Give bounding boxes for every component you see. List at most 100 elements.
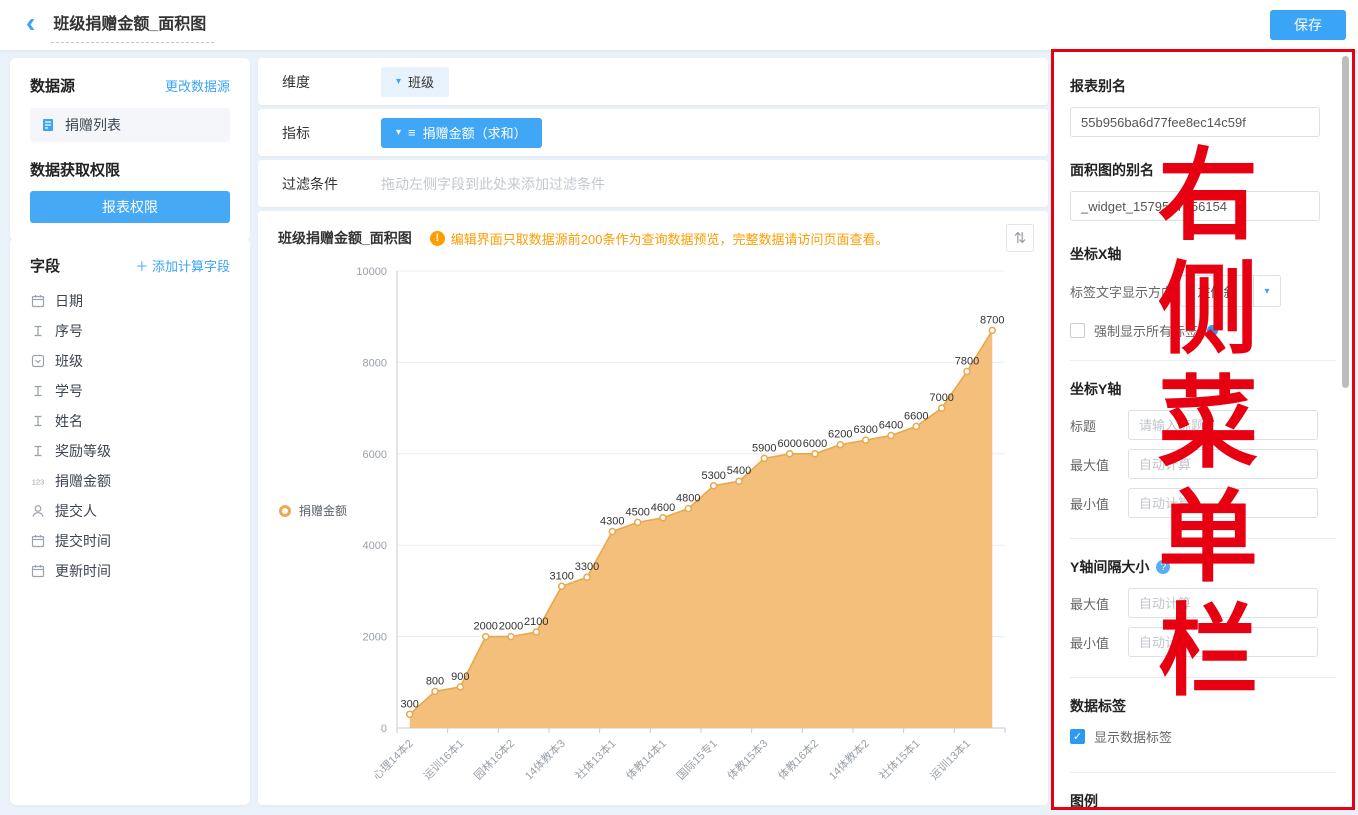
field-label: 捐赠金额 xyxy=(55,471,111,491)
save-button[interactable]: 保存 xyxy=(1270,10,1346,40)
chart-alias-label: 面积图的别名 xyxy=(1070,160,1336,180)
field-item[interactable]: 日期 xyxy=(30,286,230,316)
chart-alias-input[interactable] xyxy=(1070,191,1320,221)
add-calc-field-link[interactable]: ＋ 添加计算字段 xyxy=(135,256,230,275)
svg-text:4800: 4800 xyxy=(676,493,700,505)
filter-row[interactable]: 过滤条件 拖动左侧字段到此处来添加过滤条件 xyxy=(258,160,1048,207)
field-label: 日期 xyxy=(55,291,83,311)
scrollbar[interactable] xyxy=(1342,56,1349,388)
svg-text:8000: 8000 xyxy=(363,357,387,369)
report-alias-label: 报表别名 xyxy=(1070,76,1336,96)
metric-tag[interactable]: ▾ ≡ 捐赠金额（求和） xyxy=(381,118,542,148)
divider xyxy=(1070,677,1336,678)
page-title: 班级捐赠金额_面积图 xyxy=(51,7,214,43)
number-icon: 123 xyxy=(30,473,46,489)
field-item[interactable]: 123 捐赠金额 xyxy=(30,466,230,496)
chevron-down-icon: ▾ xyxy=(1253,276,1280,306)
sum-icon: ≡ xyxy=(408,125,416,140)
field-item[interactable]: 学号 xyxy=(30,376,230,406)
field-item[interactable]: 班级 xyxy=(30,346,230,376)
text-icon xyxy=(30,443,46,459)
preview-warning: ! 编辑界面只取数据源前200条作为查询数据预览，完整数据请访问页面查看。 xyxy=(430,229,889,248)
svg-text:2000: 2000 xyxy=(499,621,523,633)
svg-text:园林16本2: 园林16本2 xyxy=(471,736,517,782)
field-item[interactable]: 奖励等级 xyxy=(30,436,230,466)
svg-text:800: 800 xyxy=(426,675,444,687)
back-icon[interactable]: ‹ xyxy=(26,12,35,34)
svg-text:2100: 2100 xyxy=(524,616,548,628)
metric-label: 指标 xyxy=(282,123,381,143)
info-icon[interactable] xyxy=(1207,325,1218,336)
interval-max-label: 最大值 xyxy=(1070,594,1128,613)
svg-text:运训16本1: 运训16本1 xyxy=(420,736,466,782)
datasource-title: 数据源 xyxy=(30,75,75,96)
divider xyxy=(1070,538,1336,539)
field-item[interactable]: 提交人 xyxy=(30,496,230,526)
select-icon xyxy=(30,353,46,369)
y-min-input[interactable] xyxy=(1128,488,1318,518)
show-data-labels-label: 显示数据标签 xyxy=(1094,727,1172,746)
datasource-item[interactable]: 捐赠列表 xyxy=(30,108,230,142)
label-direction-select[interactable]: 左倾斜 ▾ xyxy=(1180,275,1281,307)
help-icon[interactable]: ? xyxy=(1156,560,1170,574)
x-axis-section-title: 坐标X轴 xyxy=(1070,244,1336,264)
legend-section-title: 图例 xyxy=(1070,791,1336,810)
field-label: 序号 xyxy=(55,321,83,341)
fields-panel: 字段 ＋ 添加计算字段 日期序号班级学号姓名奖励等级123捐赠金额提交人提交时间… xyxy=(10,238,250,805)
svg-text:4500: 4500 xyxy=(625,506,649,518)
svg-text:8700: 8700 xyxy=(980,314,1004,326)
svg-text:5300: 5300 xyxy=(701,470,725,482)
force-labels-label: 强制显示所有标签 xyxy=(1094,321,1198,340)
interval-min-label: 最小值 xyxy=(1070,633,1128,652)
datasource-name: 捐赠列表 xyxy=(65,115,121,135)
svg-text:14体教本2: 14体教本2 xyxy=(826,736,872,782)
svg-text:2000: 2000 xyxy=(473,621,497,633)
change-datasource-link[interactable]: 更改数据源 xyxy=(165,76,230,95)
field-label: 提交时间 xyxy=(55,531,111,551)
svg-text:3300: 3300 xyxy=(575,561,599,573)
interval-min-input[interactable] xyxy=(1128,627,1318,657)
field-label: 更新时间 xyxy=(55,561,111,581)
fields-list: 日期序号班级学号姓名奖励等级 123 捐赠金额提交人提交时间更新时间 xyxy=(30,286,230,586)
show-data-labels-checkbox[interactable]: ✓ xyxy=(1070,729,1085,744)
y-axis-section-title: 坐标Y轴 xyxy=(1070,379,1336,399)
svg-text:6400: 6400 xyxy=(879,420,903,432)
text-icon xyxy=(30,383,46,399)
text-icon xyxy=(30,323,46,339)
svg-text:社体13本1: 社体13本1 xyxy=(572,736,618,782)
divider xyxy=(1070,360,1336,361)
svg-text:4600: 4600 xyxy=(651,502,675,514)
field-item[interactable]: 序号 xyxy=(30,316,230,346)
interval-max-input[interactable] xyxy=(1128,588,1318,618)
report-permission-button[interactable]: 报表权限 xyxy=(30,191,230,223)
sort-button[interactable]: ⇅ xyxy=(1006,224,1034,252)
datasource-panel: 数据源 更改数据源 捐赠列表 数据获取权限 报表权限 xyxy=(10,58,250,241)
svg-text:体教15本3: 体教15本3 xyxy=(724,736,770,782)
calendar-icon xyxy=(30,533,46,549)
report-alias-input[interactable] xyxy=(1070,107,1320,137)
chart-panel: 班级捐赠金额_面积图 ! 编辑界面只取数据源前200条作为查询数据预览，完整数据… xyxy=(258,211,1048,805)
dimension-tag[interactable]: ▾ 班级 xyxy=(381,67,449,97)
svg-text:2000: 2000 xyxy=(363,632,387,644)
legend-item[interactable]: 捐赠金额 xyxy=(279,502,347,519)
y-title-input[interactable] xyxy=(1128,410,1318,440)
field-item[interactable]: 更新时间 xyxy=(30,556,230,586)
svg-text:123: 123 xyxy=(32,478,45,487)
force-labels-checkbox[interactable] xyxy=(1070,323,1085,338)
filter-label: 过滤条件 xyxy=(282,174,381,194)
filter-placeholder: 拖动左侧字段到此处来添加过滤条件 xyxy=(381,174,605,194)
field-label: 姓名 xyxy=(55,411,83,431)
legend-label: 捐赠金额 xyxy=(299,502,347,519)
svg-text:900: 900 xyxy=(451,671,469,683)
field-label: 班级 xyxy=(55,351,83,371)
y-max-input[interactable] xyxy=(1128,449,1318,479)
field-item[interactable]: 提交时间 xyxy=(30,526,230,556)
chart-body: 0200040006000800010000300800900200020002… xyxy=(258,254,1048,802)
divider xyxy=(1070,772,1336,773)
svg-text:6200: 6200 xyxy=(828,429,852,441)
area-chart[interactable]: 0200040006000800010000300800900200020002… xyxy=(258,254,1048,802)
field-item[interactable]: 姓名 xyxy=(30,406,230,436)
field-label: 学号 xyxy=(55,381,83,401)
y-max-label: 最大值 xyxy=(1070,455,1128,474)
svg-text:6300: 6300 xyxy=(853,424,877,436)
